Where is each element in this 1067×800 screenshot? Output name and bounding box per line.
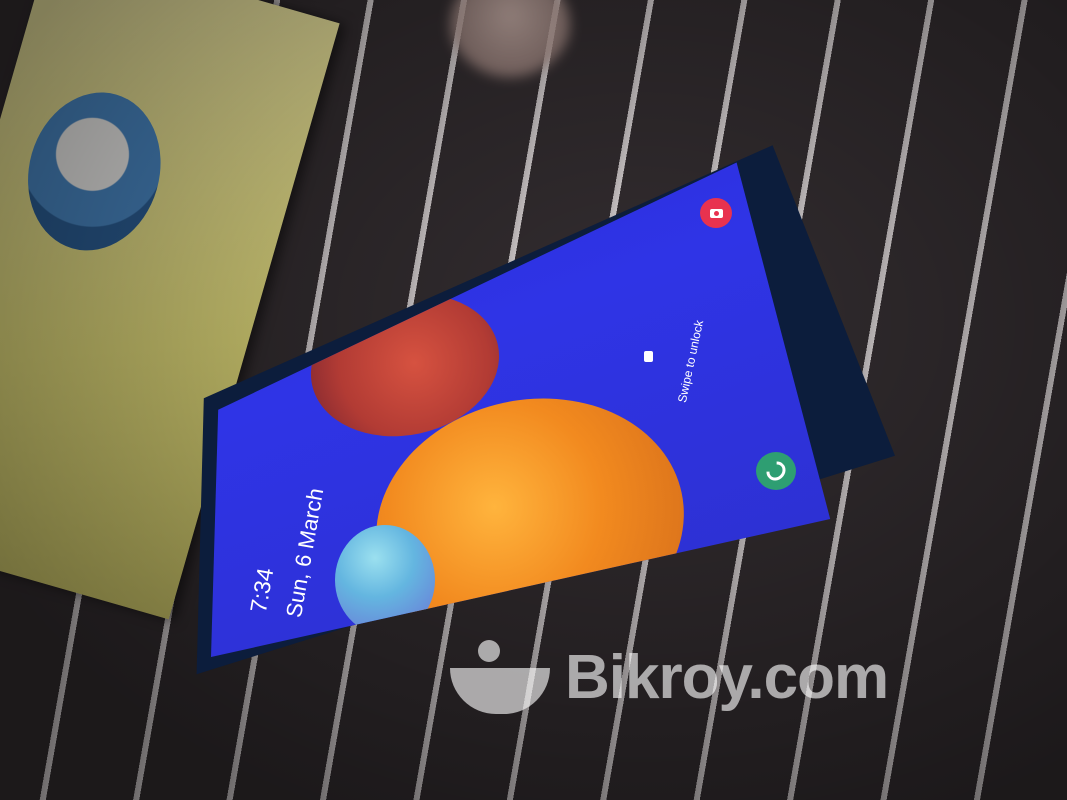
smartphone: 7:34 Sun, 6 March Swipe to unlock (175, 105, 895, 680)
phone-shortcut-button[interactable] (756, 452, 796, 490)
phone-device: 7:34 Sun, 6 March Swipe to unlock (175, 105, 895, 680)
watermark: Bikroy.com (450, 640, 889, 715)
phone-icon (762, 457, 790, 485)
camera-icon (709, 208, 723, 218)
camera-shortcut-button[interactable] (700, 198, 732, 228)
wallpaper-teal-sphere (335, 525, 435, 635)
lock-icon (644, 351, 653, 362)
bikroy-logo-icon (450, 640, 555, 715)
watermark-text: Bikroy.com (565, 643, 889, 712)
